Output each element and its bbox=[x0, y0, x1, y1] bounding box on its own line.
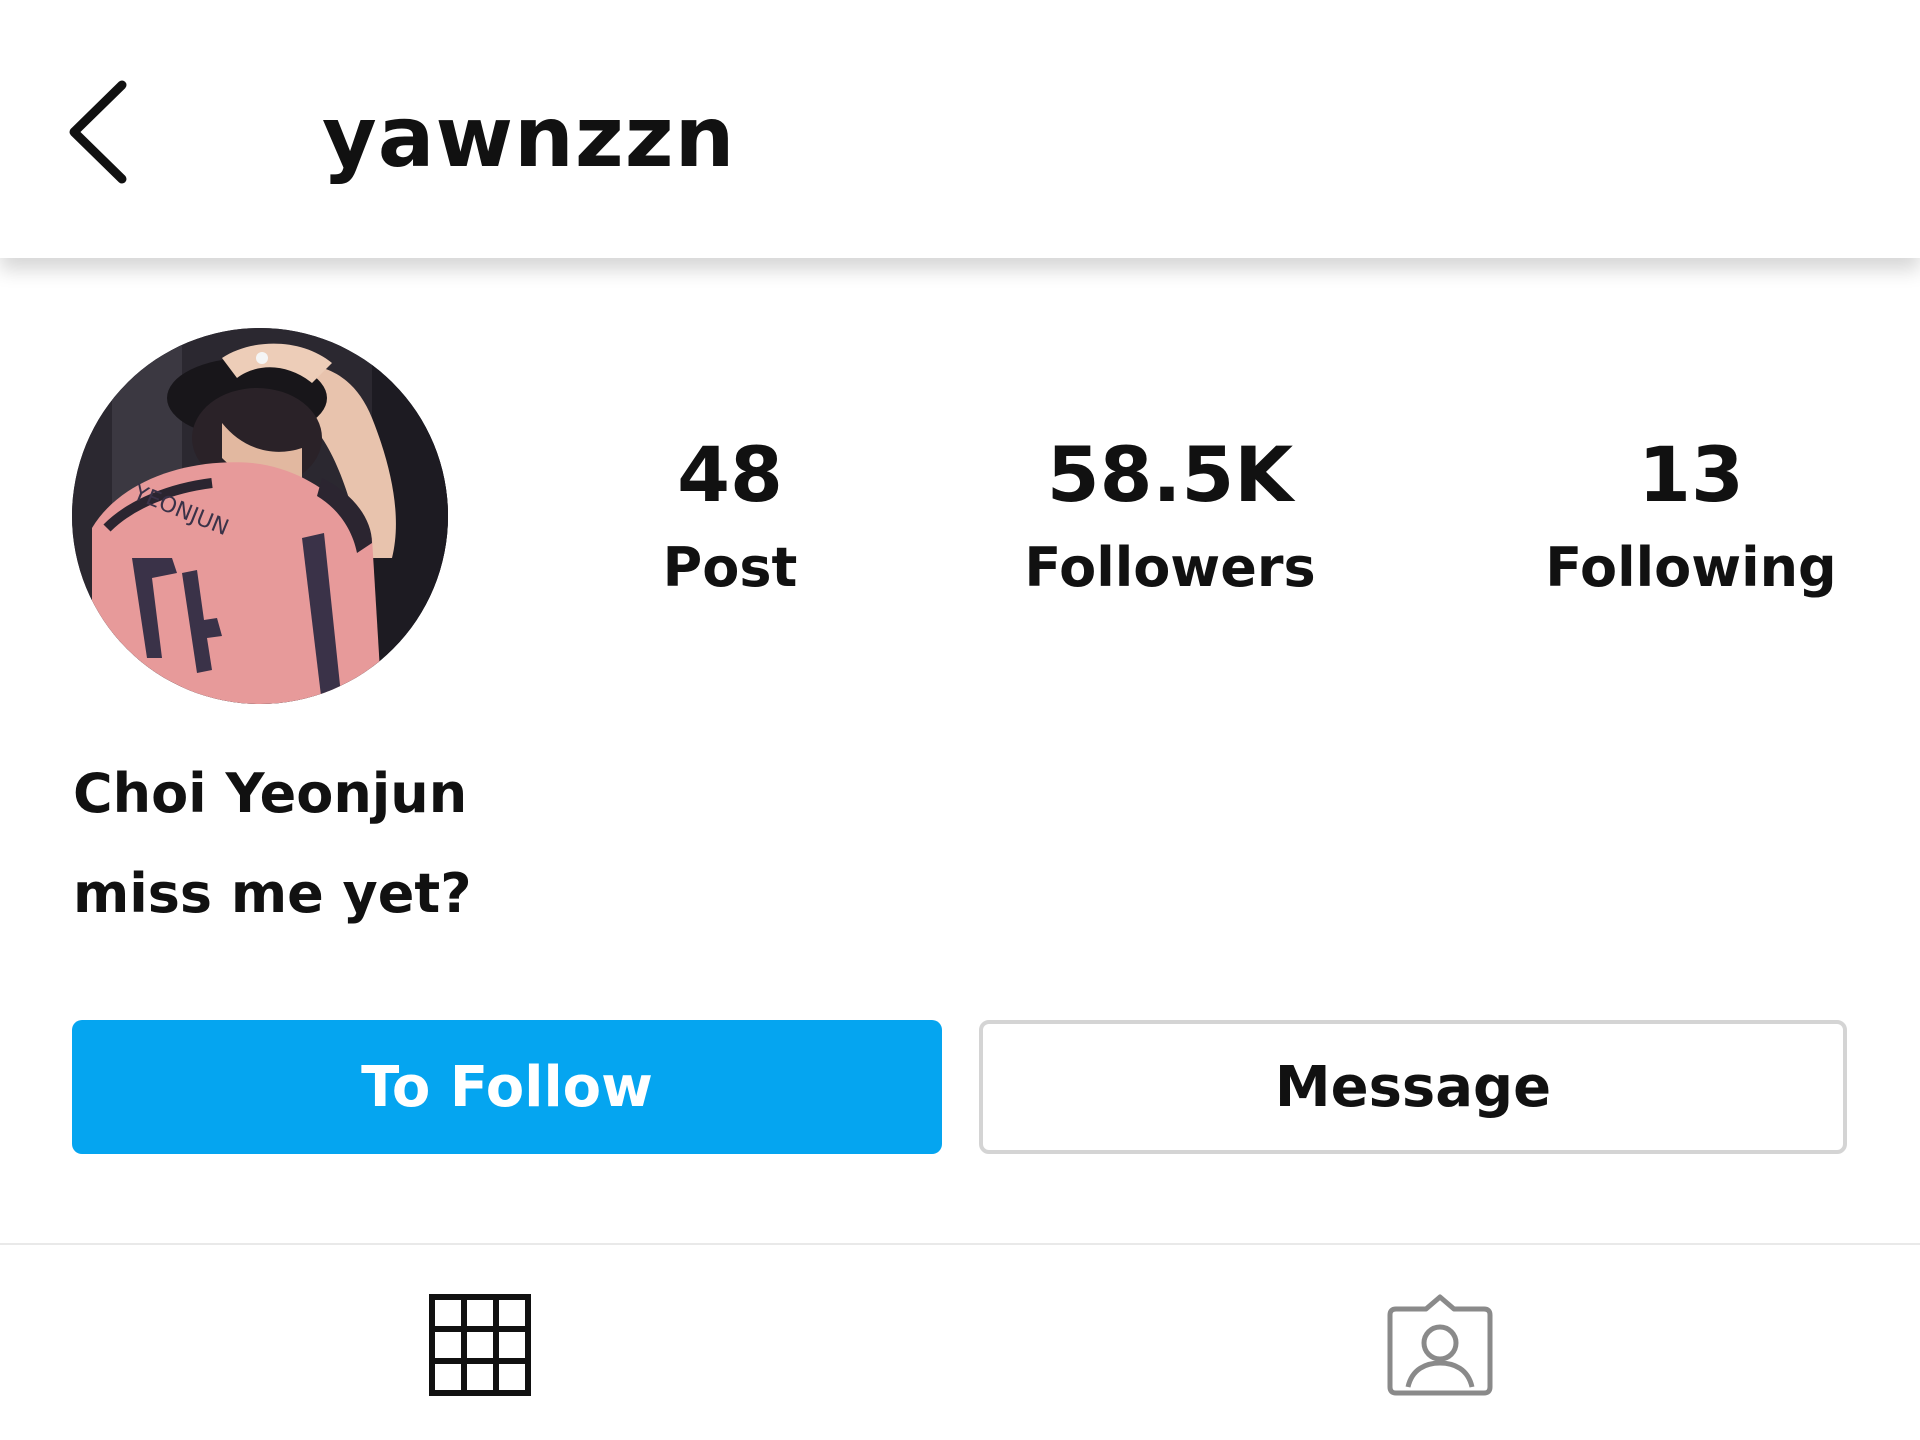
followers-stat[interactable]: 58.5K Followers bbox=[990, 430, 1350, 604]
followers-label: Followers bbox=[1024, 536, 1316, 599]
tab-posts-grid[interactable] bbox=[425, 1290, 535, 1400]
avatar[interactable]: YEONJUN bbox=[72, 328, 448, 704]
display-name: Choi Yeonjun bbox=[73, 762, 468, 825]
following-stat[interactable]: 13 Following bbox=[1511, 430, 1871, 604]
posts-label: Post bbox=[662, 536, 798, 599]
followers-count: 58.5K bbox=[1046, 430, 1294, 519]
header-username: yawnzzn bbox=[322, 88, 736, 186]
avatar-photo: YEONJUN bbox=[72, 328, 448, 704]
follow-button[interactable]: To Follow bbox=[72, 1020, 942, 1154]
profile-page: yawnzzn YEONJUN 48 Post 58.5K Followers … bbox=[0, 0, 1920, 1440]
message-button[interactable]: Message bbox=[979, 1020, 1847, 1154]
top-bar: yawnzzn bbox=[0, 0, 1920, 258]
following-label: Following bbox=[1545, 536, 1837, 599]
bio-text: miss me yet? bbox=[73, 862, 472, 925]
following-count: 13 bbox=[1638, 430, 1744, 519]
tab-tagged[interactable] bbox=[1385, 1290, 1495, 1400]
divider bbox=[0, 1243, 1920, 1245]
posts-count: 48 bbox=[677, 430, 783, 519]
posts-stat: 48 Post bbox=[550, 430, 910, 604]
chevron-left-icon bbox=[69, 80, 127, 184]
back-button[interactable] bbox=[52, 72, 142, 192]
tagged-person-icon bbox=[1387, 1294, 1493, 1396]
grid-icon bbox=[429, 1294, 531, 1396]
